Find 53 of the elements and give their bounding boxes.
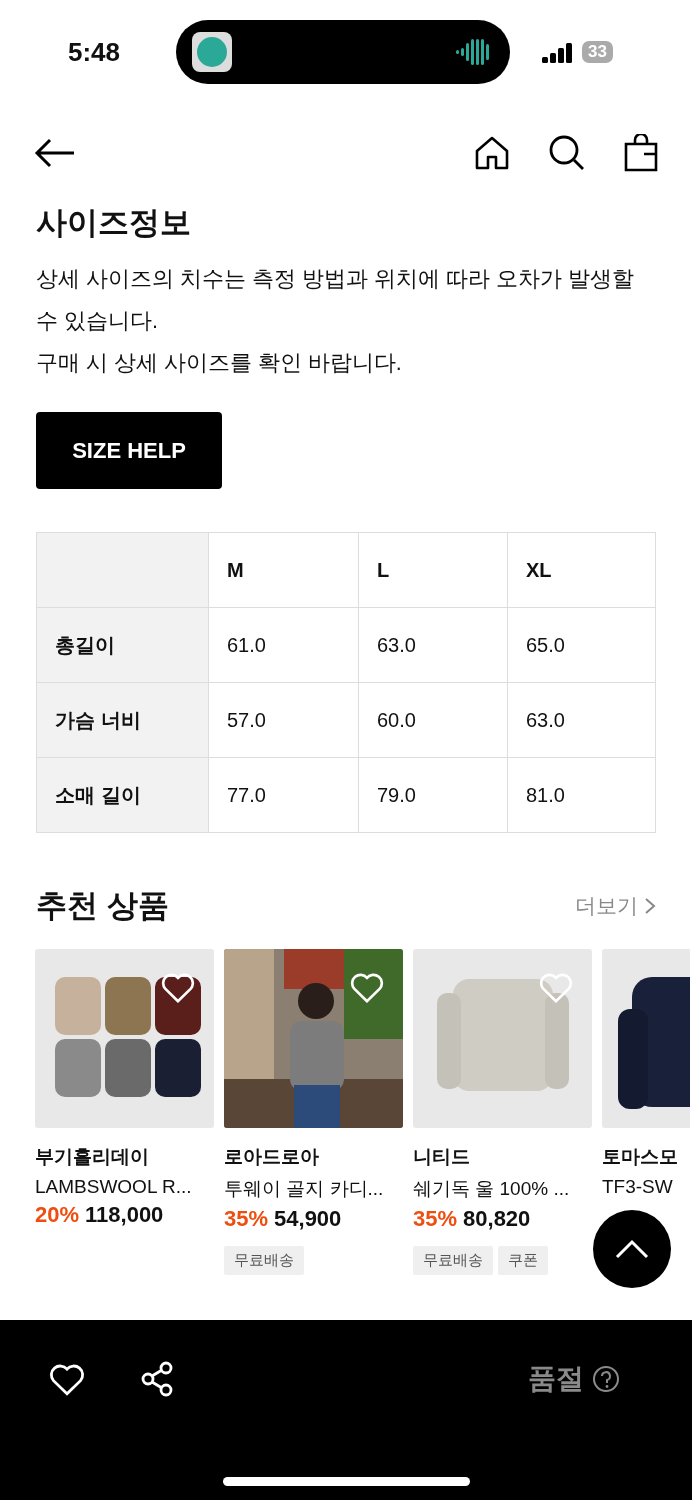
table-cell: 79.0 <box>359 758 508 833</box>
product-name[interactable]: 쉐기독 울 100% ... <box>413 1176 592 1202</box>
search-icon[interactable] <box>548 134 586 172</box>
product-price: 118,000 <box>85 1202 164 1228</box>
table-cell: 65.0 <box>508 608 656 683</box>
share-icon[interactable] <box>140 1361 174 1397</box>
shopping-bag-icon[interactable] <box>624 134 658 172</box>
discount-rate: 35% <box>224 1206 269 1232</box>
chevron-right-icon <box>644 897 656 915</box>
row-label-cell: 가슴 너비 <box>37 683 209 758</box>
product-name[interactable]: TF3-SW <box>602 1176 690 1198</box>
table-header-cell: L <box>359 533 508 608</box>
row-label-cell: 총길이 <box>37 608 209 683</box>
help-icon[interactable] <box>592 1365 620 1393</box>
table-cell: 60.0 <box>359 683 508 758</box>
heart-icon[interactable] <box>160 971 196 1004</box>
row-label-cell: 소매 길이 <box>37 758 209 833</box>
product-brand: 니티드 <box>413 1145 471 1169</box>
product-price: 54,900 <box>274 1206 342 1232</box>
discount-rate: 20% <box>35 1202 80 1228</box>
size-help-button[interactable]: SIZE HELP <box>36 412 222 489</box>
product-brand: 토마스모 <box>602 1145 679 1169</box>
product-tag: 무료배송 <box>224 1246 304 1275</box>
table-cell: 63.0 <box>508 683 656 758</box>
heart-icon[interactable] <box>349 971 385 1004</box>
product-name[interactable]: LAMBSWOOL R... <box>35 1176 214 1198</box>
discount-rate: 35% <box>413 1206 458 1232</box>
table-header-cell: XL <box>508 533 656 608</box>
notice-text: 상세 사이즈의 치수는 측정 방법과 위치에 따라 오차가 발생할 수 있습니다. <box>36 266 635 335</box>
status-time: 5:48 <box>68 36 122 68</box>
home-icon[interactable] <box>474 135 510 171</box>
table-cell: 61.0 <box>209 608 359 683</box>
notice-text: 구매 시 상세 사이즈를 확인 바랍니다. <box>36 350 403 377</box>
table-cell: 63.0 <box>359 608 508 683</box>
battery-level: 33 <box>582 41 613 63</box>
product-tag: 쿠폰 <box>498 1246 548 1275</box>
product-price: 80,820 <box>463 1206 531 1232</box>
app-icon <box>192 32 232 72</box>
chevron-up-icon <box>615 1239 649 1259</box>
back-arrow-icon[interactable] <box>34 138 76 168</box>
table-cell: 57.0 <box>209 683 359 758</box>
more-link[interactable]: 더보기 <box>575 892 656 920</box>
sold-out-label: 품절 <box>528 1362 584 1396</box>
product-name[interactable]: 투웨이 골지 카디... <box>224 1176 403 1202</box>
product-brand: 부기홀리데이 <box>35 1145 150 1169</box>
product-tag: 무료배송 <box>413 1246 493 1275</box>
section-title: 추천 상품 <box>36 887 169 925</box>
table-header-cell: M <box>209 533 359 608</box>
page-title: 사이즈정보 <box>36 204 192 242</box>
table-cell: 81.0 <box>508 758 656 833</box>
signal-icon <box>542 41 574 63</box>
product-brand: 로아드로아 <box>224 1145 320 1169</box>
table-cell: 77.0 <box>209 758 359 833</box>
